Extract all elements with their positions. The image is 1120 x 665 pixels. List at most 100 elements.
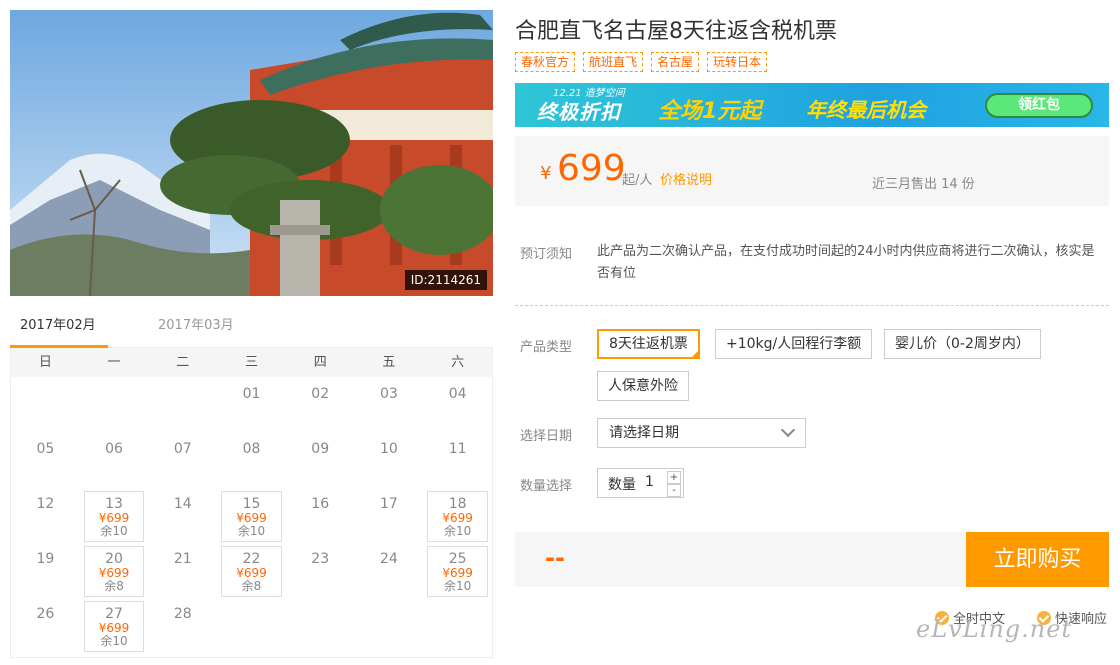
calendar-day: 23 xyxy=(286,544,355,599)
day-number: 05 xyxy=(36,441,55,457)
image-id-badge: ID:2114261 xyxy=(404,270,487,290)
calendar-day: 24 xyxy=(355,544,424,599)
weekday-label: 日 xyxy=(38,355,52,370)
day-number: 03 xyxy=(380,386,398,402)
price-panel: ¥ 699 起/人 价格说明 近三月售出 14 份 xyxy=(515,136,1109,206)
calendar-day-available[interactable]: 18 ¥699 余10 xyxy=(427,491,488,542)
day-number: 11 xyxy=(448,441,467,457)
calendar-day: 06 xyxy=(80,434,149,489)
option-extra-baggage[interactable]: +10kg/人回程行李额 xyxy=(715,329,873,359)
promo-offer: 全场1元起 xyxy=(658,99,762,124)
divider xyxy=(515,305,1109,306)
calendar-day: 26 xyxy=(11,599,80,654)
day-stock: 余10 xyxy=(237,524,266,538)
day-number: 07 xyxy=(173,441,192,457)
sales-count: 近三月售出 14 份 xyxy=(872,177,975,192)
calendar-day: 07 xyxy=(148,434,217,489)
total-price: -- xyxy=(545,544,565,572)
calendar-empty-cell xyxy=(148,379,217,434)
day-stock: 余10 xyxy=(444,579,472,593)
day-number: 14 xyxy=(173,496,192,512)
day-stock: 余10 xyxy=(444,524,472,538)
day-number: 17 xyxy=(380,496,398,512)
day-number: 19 xyxy=(36,551,55,567)
calendar-month-tabs: 2017年02月 2017年03月 xyxy=(10,316,493,348)
weekday-label: 四 xyxy=(313,355,327,370)
day-number: 24 xyxy=(380,551,398,567)
calendar-day-available[interactable]: 25 ¥699 余10 xyxy=(427,546,488,597)
buy-now-button[interactable]: 立即购买 xyxy=(966,532,1109,587)
calendar-day: 08 xyxy=(217,434,286,489)
temple-photo xyxy=(10,10,493,296)
currency-symbol: ¥ xyxy=(540,163,552,184)
day-stock: 余10 xyxy=(100,524,128,538)
promo-title: 终极折扣 xyxy=(537,100,621,124)
day-stock: 余8 xyxy=(241,579,262,593)
date-select-value: 请选择日期 xyxy=(609,425,679,441)
quantity-decrease-button[interactable]: - xyxy=(667,484,681,497)
day-number: 21 xyxy=(173,551,192,567)
calendar-day: 12 xyxy=(11,489,80,544)
calendar-day-available[interactable]: 15 ¥699 余10 xyxy=(221,491,282,542)
calendar-day: 28 xyxy=(148,599,217,654)
tag: 航班直飞 xyxy=(583,52,644,72)
calendar-day: 19 xyxy=(11,544,80,599)
quantity-field-label: 数量 xyxy=(608,477,636,493)
calendar-weekday-header: 日一二三四五六 xyxy=(11,348,492,377)
calendar-day-available[interactable]: 13 ¥699 余10 xyxy=(83,491,145,542)
price-amount: 699 xyxy=(557,148,626,189)
weekday-label: 六 xyxy=(451,355,465,370)
option-8day-roundtrip[interactable]: 8天往返机票 xyxy=(597,329,700,359)
weekday-label: 二 xyxy=(176,355,190,370)
chevron-down-icon xyxy=(780,422,796,438)
day-number: 04 xyxy=(448,386,467,402)
calendar-day-available[interactable]: 27 ¥699 余10 xyxy=(83,601,145,652)
day-number: 06 xyxy=(105,441,123,457)
promo-tagline: 年终最后机会 xyxy=(806,98,926,122)
day-number: 12 xyxy=(36,496,55,512)
calendar-day-available[interactable]: 20 ¥699 余8 xyxy=(83,546,145,597)
site-watermark: eLvLing.net xyxy=(916,615,1073,643)
option-accident-insurance[interactable]: 人保意外险 xyxy=(597,371,689,401)
calendar-day: 09 xyxy=(286,434,355,489)
calendar-empty-cell xyxy=(80,379,149,434)
day-number: 22 xyxy=(242,551,261,567)
date-select[interactable]: 请选择日期 xyxy=(597,418,806,448)
day-number: 20 xyxy=(105,551,123,567)
day-stock: 余8 xyxy=(104,579,124,593)
tag: 名古屋 xyxy=(651,52,700,72)
calendar-day: 21 xyxy=(148,544,217,599)
calendar-day: 04 xyxy=(423,379,492,434)
product-tags: 春秋官方 航班直飞 名古屋 玩转日本 xyxy=(515,52,768,72)
get-red-packet-button[interactable]: 领红包 xyxy=(985,93,1093,118)
day-number: 02 xyxy=(311,386,330,402)
day-number: 27 xyxy=(105,606,123,622)
day-number: 09 xyxy=(311,441,330,457)
quantity-increase-button[interactable]: + xyxy=(667,471,681,484)
booking-notice-label: 预订须知 xyxy=(520,247,573,262)
option-infant-price[interactable]: 婴儿价（0-2周岁内） xyxy=(884,329,1041,359)
day-number: 10 xyxy=(380,441,398,457)
product-image: ID:2114261 xyxy=(10,10,493,296)
promo-banner[interactable]: 12.21 造梦空间 终极折扣 全场1元起 年终最后机会 领红包 xyxy=(515,83,1109,127)
day-number: 23 xyxy=(311,551,330,567)
date-select-label: 选择日期 xyxy=(520,429,573,444)
calendar-day: 03 xyxy=(355,379,424,434)
calendar-day: 11 xyxy=(423,434,492,489)
day-number: 28 xyxy=(173,606,192,622)
tab-month-feb[interactable]: 2017年02月 xyxy=(10,316,108,348)
quantity-value[interactable]: 1 xyxy=(645,474,654,490)
day-number: 18 xyxy=(448,496,467,512)
tab-month-mar[interactable]: 2017年03月 xyxy=(148,316,258,348)
price-calendar: 日 一 二 三 四 五 六 01 02 03 04 05 06 07 08 09 10 11 12 13 ¥699 余1… xyxy=(10,348,493,658)
price-info-link[interactable]: 价格说明 xyxy=(660,169,712,188)
product-type-label: 产品类型 xyxy=(520,340,573,355)
calendar-day: 17 xyxy=(355,489,424,544)
calendar-day: 05 xyxy=(11,434,80,489)
day-number: 15 xyxy=(242,496,261,512)
calendar-day-available[interactable]: 22 ¥699 余8 xyxy=(221,546,282,597)
calendar-day: 10 xyxy=(355,434,424,489)
quantity-label: 数量选择 xyxy=(520,479,573,494)
weekday-label: 三 xyxy=(244,355,258,370)
calendar-day: 02 xyxy=(286,379,355,434)
